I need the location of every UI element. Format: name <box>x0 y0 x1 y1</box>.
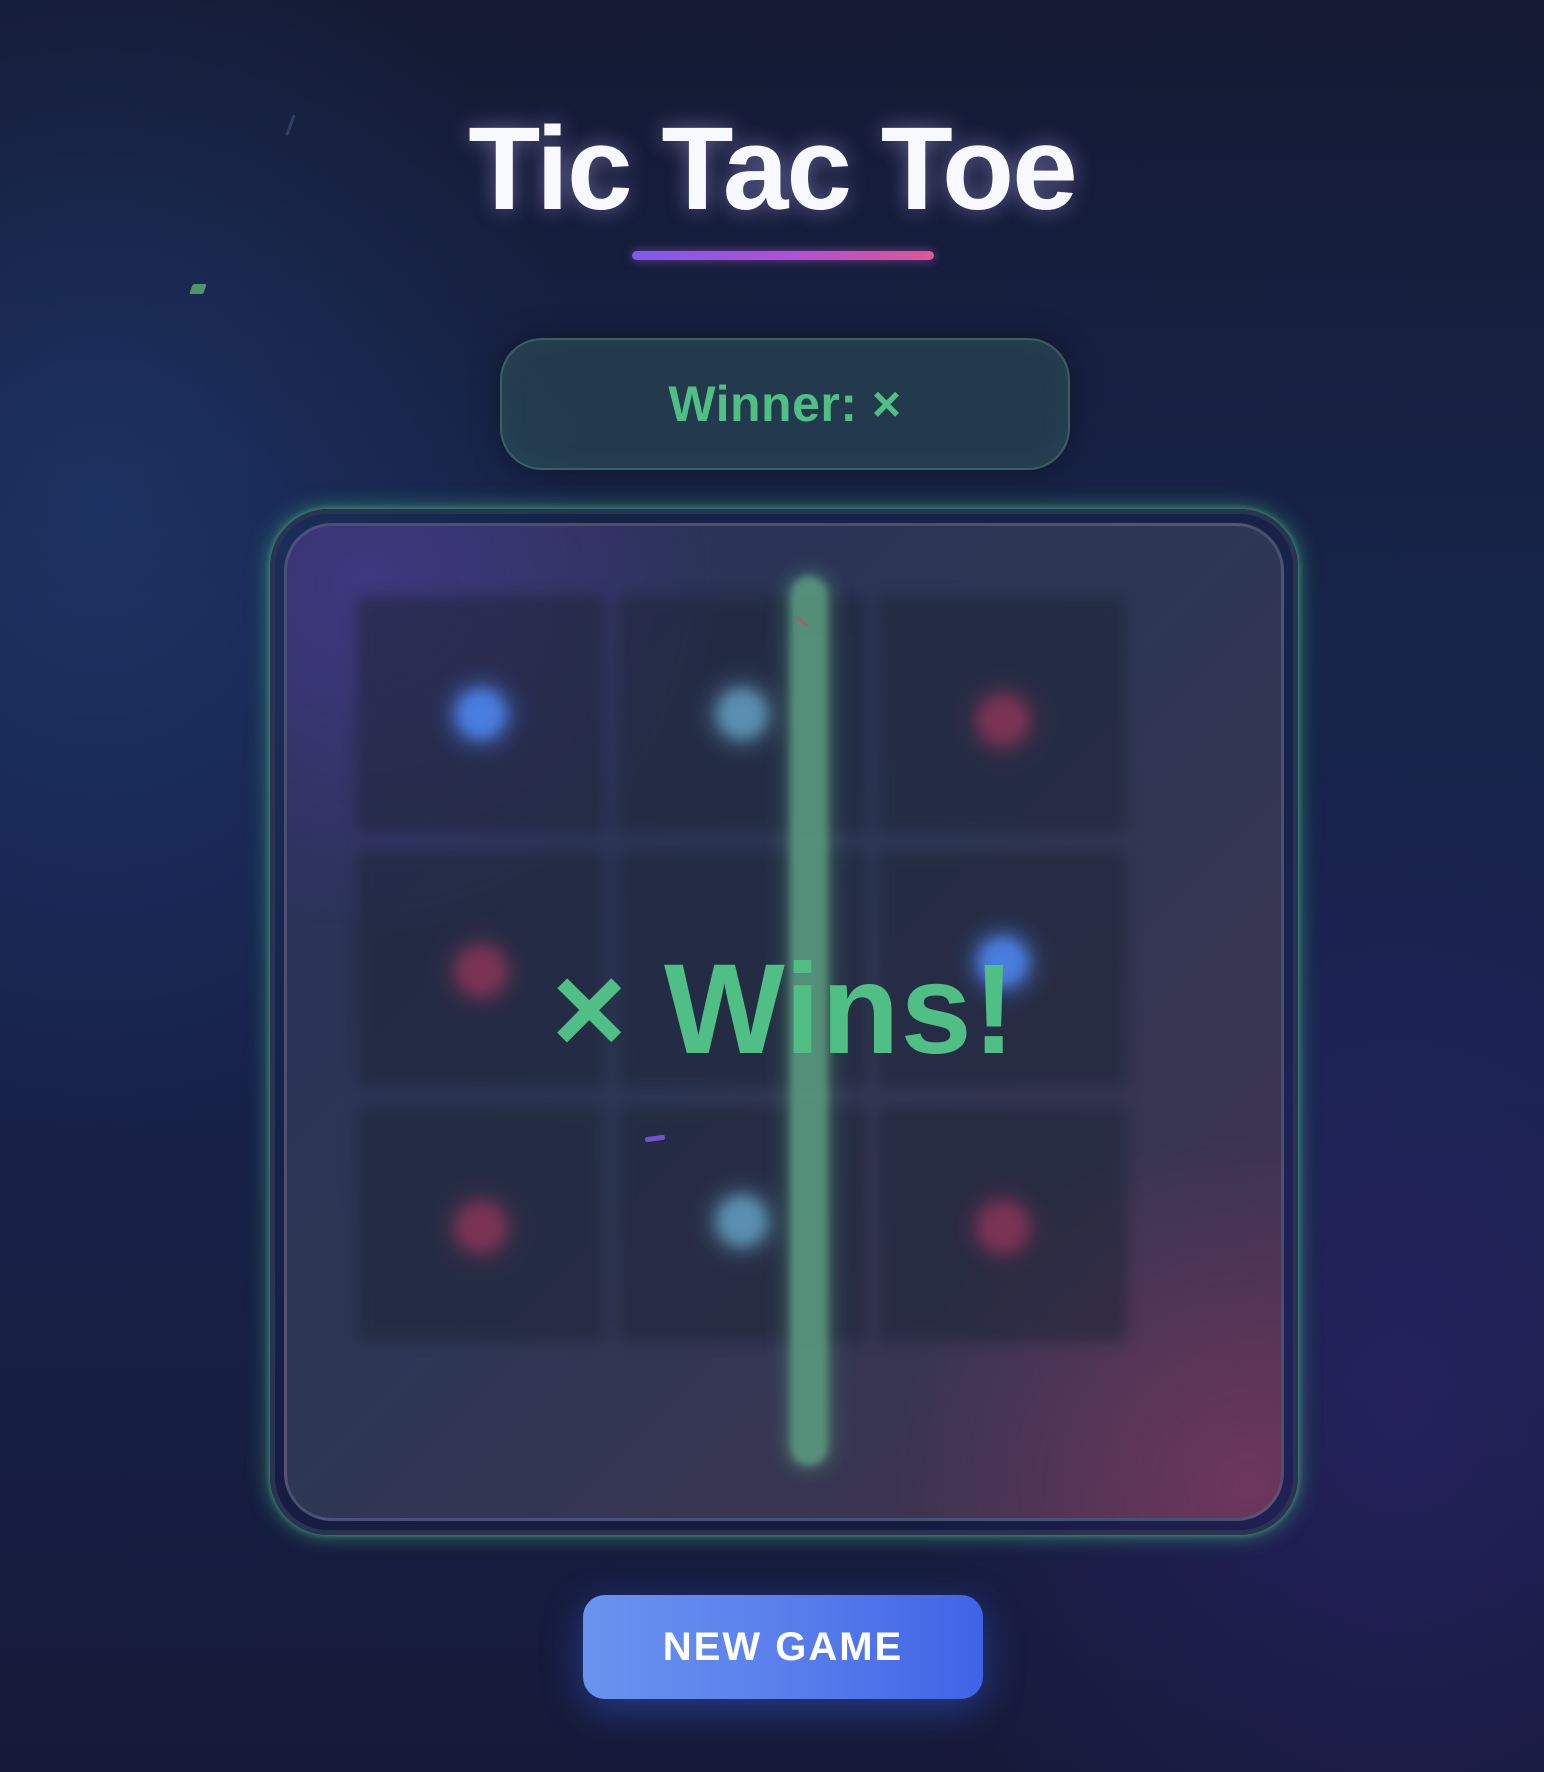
board-surface: × Wins! <box>284 523 1284 1521</box>
status-text: Winner: × <box>668 376 902 432</box>
board-cell[interactable] <box>357 596 605 832</box>
page-title: Tic Tac Toe <box>468 103 1078 235</box>
o-mark-icon <box>978 695 1028 745</box>
board-cell[interactable] <box>618 596 866 832</box>
board-cell[interactable] <box>879 596 1127 832</box>
board-cell[interactable] <box>357 1106 605 1342</box>
o-mark-icon <box>456 1202 506 1252</box>
game-board: × Wins! <box>270 509 1298 1535</box>
board-cell[interactable] <box>879 1106 1127 1342</box>
new-game-button[interactable]: NEW GAME <box>583 1595 983 1699</box>
status-badge: Winner: × <box>500 338 1070 470</box>
winner-overlay-text: × Wins! <box>551 938 1017 1081</box>
x-mark-icon <box>456 689 506 739</box>
o-mark-icon <box>978 1202 1028 1252</box>
x-mark-icon <box>717 1196 767 1246</box>
x-mark-icon <box>717 689 767 739</box>
board-cell[interactable] <box>618 1106 866 1342</box>
title-underline <box>632 251 934 260</box>
confetti-piece <box>189 284 207 294</box>
